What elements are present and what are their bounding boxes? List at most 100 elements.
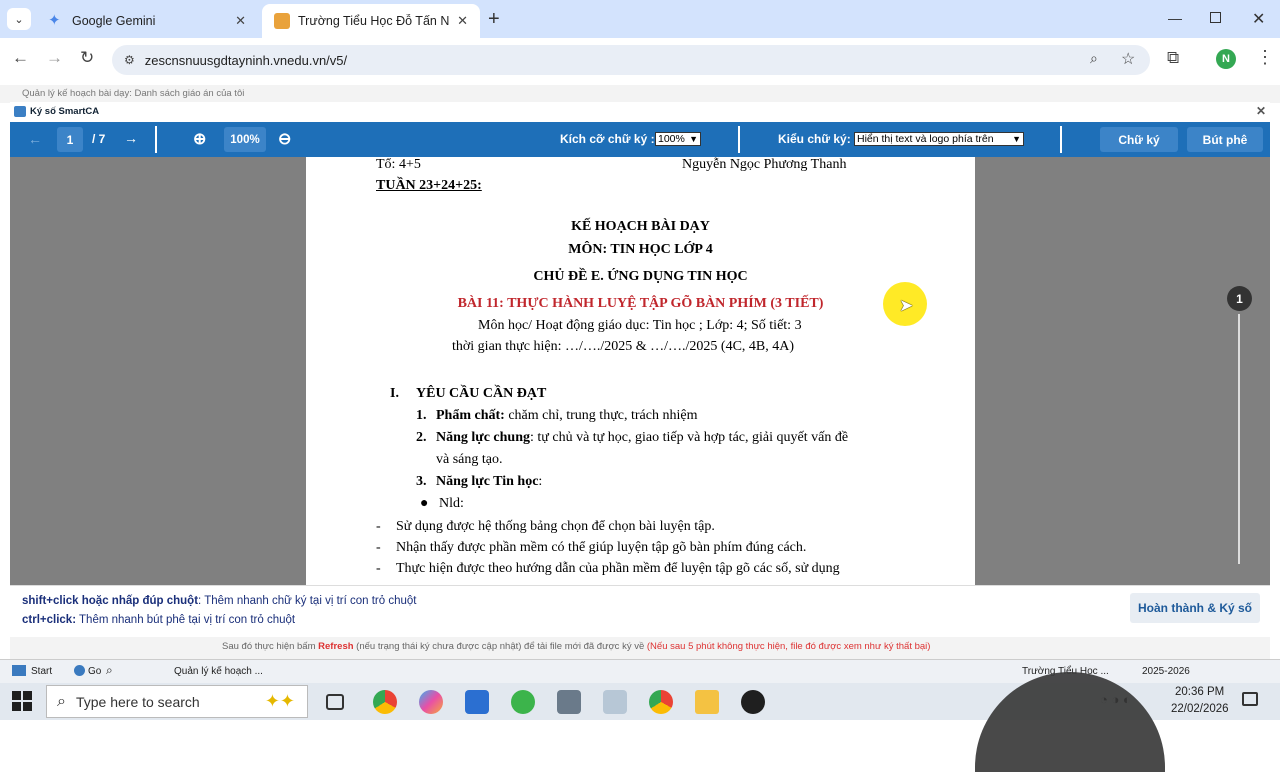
tab-school[interactable]: Trường Tiểu Học Đỗ Tấn Nhiên ✕ (262, 4, 480, 38)
bookmark-star-icon[interactable]: ☆ (1121, 49, 1135, 69)
dialog-title: Ký số SmartCA (30, 106, 100, 117)
document-page[interactable]: Tổ: 4+5 Nguyễn Ngọc Phương Thanh TUẦN 23… (306, 157, 975, 585)
tray-icons[interactable]: ◔ ◑ ◐ (1100, 692, 1131, 707)
tab-title: Trường Tiểu Học Đỗ Tấn Nhiên (298, 14, 450, 28)
tab-list-button[interactable]: ⌄ (7, 8, 31, 30)
year-select[interactable]: 2025-2026 (1142, 666, 1190, 677)
hint-key: shift+click hoặc nhấp đúp chuột (22, 595, 199, 607)
dialog-titlebar: Ký số SmartCA ✕ (10, 102, 1270, 122)
hint-text: Thêm nhanh bút phê tại vị trí con trỏ ch… (76, 614, 296, 626)
pdf-viewport[interactable]: Tổ: 4+5 Nguyễn Ngọc Phương Thanh TUẦN 23… (10, 157, 1270, 585)
comment-button[interactable]: Bút phê (1187, 127, 1263, 152)
zoom-in-icon[interactable]: ⊕ (193, 129, 206, 149)
signature-button[interactable]: Chữ ký (1100, 127, 1178, 152)
next-page-icon[interactable]: → (124, 130, 138, 146)
address-bar[interactable]: ⚙ zescnsnuusgdtayninh.vnedu.vn/v5/ (112, 45, 1150, 75)
green-app-icon[interactable] (511, 690, 535, 714)
camera-icon[interactable] (557, 690, 581, 714)
hint-key: ctrl+click: (22, 614, 77, 626)
dash-marker: - (376, 561, 381, 576)
gemini-icon: ✦ (48, 12, 61, 29)
pdf-viewer-toolbar: ← 1 / 7 → ⊕ 100% ⊖ Kích cỡ chữ ký : 100%… (10, 122, 1270, 157)
zoom-level[interactable]: 100% (224, 127, 266, 152)
bullet-text: Nld: (439, 496, 464, 511)
chrome-profile-icon[interactable] (649, 690, 673, 714)
copilot-icon[interactable] (419, 690, 443, 714)
dash-marker: - (376, 519, 381, 534)
taskbar-search[interactable]: ⌕ Type here to search ✦✦ (46, 685, 308, 718)
search-placeholder: Type here to search (75, 693, 200, 710)
toolbar-divider (738, 126, 740, 153)
new-tab-button[interactable]: + (488, 8, 500, 31)
teacher-name: Nguyễn Ngọc Phương Thanh (682, 157, 847, 172)
forward-icon[interactable]: → (46, 48, 63, 68)
team-line: Tổ: 4+5 (376, 157, 421, 172)
hint-shift-click: shift+click hoặc nhấp đúp chuột: Thêm nh… (22, 595, 416, 607)
item-continuation: và sáng tạo. (436, 452, 503, 467)
chrome-icon[interactable] (373, 690, 397, 714)
status-middle: (nếu trạng thái ký chưa được cập nhật) đ… (356, 641, 645, 652)
font-size-label: Kích cỡ chữ ký : (560, 132, 655, 146)
zoom-icon[interactable]: ⌕ (1090, 50, 1098, 67)
start-icon (12, 665, 26, 676)
status-prefix: Sau đó thực hiện bấm (222, 641, 316, 652)
task-view-icon[interactable] (326, 694, 344, 710)
clock-date[interactable]: 22/02/2026 (1171, 703, 1229, 715)
item-general-competence: Năng lực chung: tự chủ và tự học, giao t… (436, 430, 848, 446)
search-icon[interactable]: ⌕ (106, 663, 113, 678)
dialog-close-icon[interactable]: ✕ (1256, 104, 1266, 118)
requirement-line: Sử dụng được hệ thống bảng chọn để chọn … (396, 519, 715, 534)
prev-page-icon[interactable]: ← (28, 131, 42, 147)
extensions-icon[interactable]: ⧉ (1167, 48, 1179, 68)
page-scrollbar[interactable] (1238, 314, 1240, 564)
folder-icon[interactable] (695, 690, 719, 714)
profile-avatar[interactable]: N (1216, 49, 1236, 69)
close-icon[interactable]: ✕ (235, 13, 246, 29)
font-style-select[interactable]: Hiển thị text và logo phía trên ▼ (854, 132, 1024, 146)
close-icon[interactable]: ✕ (457, 13, 468, 29)
menu-icon[interactable]: ⋮ (1256, 47, 1274, 68)
close-window-icon[interactable]: ✕ (1252, 9, 1265, 29)
item-number: 3. (416, 474, 427, 489)
hint-text: : Thêm nhanh chữ ký tại vị trí con trỏ c… (198, 595, 417, 607)
refresh-link[interactable]: Refresh (318, 641, 353, 652)
go-button[interactable]: Go (88, 666, 101, 677)
record-app-icon[interactable] (741, 690, 765, 714)
minimize-icon[interactable]: — (1168, 10, 1182, 26)
window-title: Quản lý kế hoạch bài dạy: Danh sách giáo… (22, 88, 245, 99)
back-icon[interactable]: ← (12, 48, 29, 68)
font-style-value: Hiển thị text và logo phía trên (857, 133, 994, 145)
subject-line: Môn học/ Hoạt động giáo dục: Tin học ; L… (478, 318, 802, 333)
notification-icon[interactable] (1242, 692, 1258, 706)
school-icon (274, 13, 290, 29)
mouse-pointer-icon: ➤ (899, 296, 914, 315)
store-icon[interactable] (465, 690, 489, 714)
chevron-down-icon: ▼ (689, 134, 698, 144)
pen-app-icon[interactable] (603, 690, 627, 714)
reload-icon[interactable]: ↻ (80, 48, 94, 68)
page-badge[interactable]: 1 (1227, 286, 1252, 311)
clock-time[interactable]: 20:36 PM (1175, 686, 1224, 698)
item-it-competence: Năng lực Tin học: (436, 474, 542, 490)
site-info-icon[interactable]: ⚙ (124, 53, 135, 67)
finish-and-sign-button[interactable]: Hoàn thành & Ký số (1130, 593, 1260, 623)
page-number-input[interactable]: 1 (57, 127, 83, 152)
requirement-line: Nhận thấy được phần mềm có thể giúp luyệ… (396, 540, 807, 555)
windows-start-icon[interactable] (12, 691, 32, 711)
font-size-select[interactable]: 100% ▼ (655, 132, 701, 146)
plan-heading: KẾ HOẠCH BÀI DẠY (571, 219, 710, 234)
task-item[interactable]: Quản lý kế hoạch ... (174, 666, 263, 677)
restore-icon[interactable] (1210, 12, 1221, 23)
zoom-out-icon[interactable]: ⊖ (278, 129, 291, 149)
font-style-label: Kiểu chữ ký: (778, 132, 851, 146)
status-warning: (Nếu sau 5 phút không thực hiện, file đó… (646, 641, 931, 652)
tab-gemini[interactable]: ✦ Google Gemini ✕ (36, 4, 258, 38)
font-size-value: 100% (658, 133, 685, 145)
item-label: Phẩm chất: (436, 408, 505, 423)
tab-title: Google Gemini (72, 14, 156, 28)
section-title: YÊU CẦU CẦN ĐẠT (416, 386, 547, 401)
dash-marker: - (376, 540, 381, 555)
item-label: Năng lực Tin học (436, 474, 539, 489)
start-button[interactable]: Start (31, 666, 52, 677)
go-icon (74, 665, 85, 676)
